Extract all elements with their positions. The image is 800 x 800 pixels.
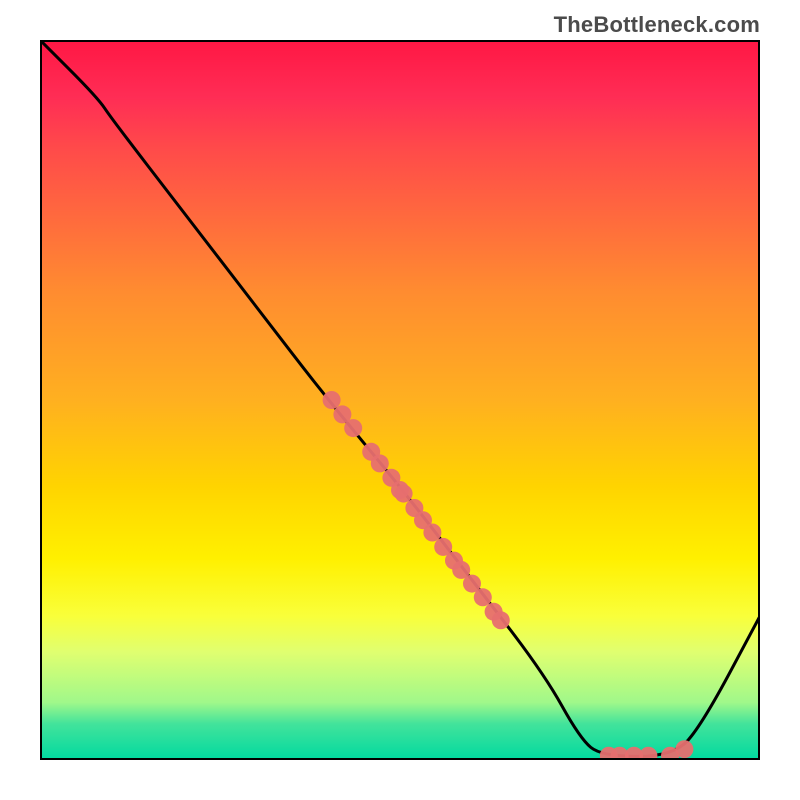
- chart-container: TheBottleneck.com: [0, 0, 800, 800]
- chart-frame-border: [40, 40, 760, 760]
- attribution-label: TheBottleneck.com: [554, 12, 760, 38]
